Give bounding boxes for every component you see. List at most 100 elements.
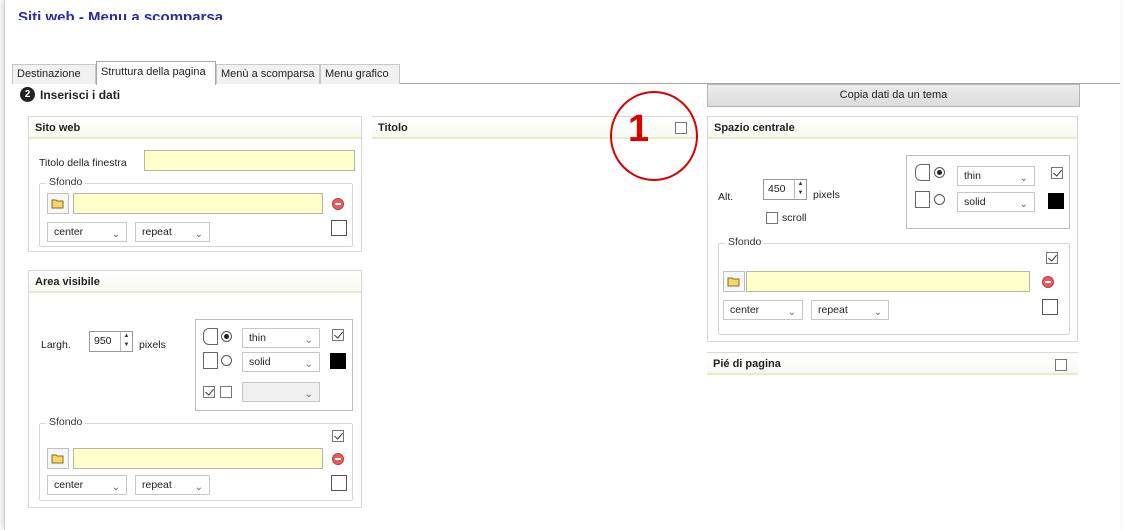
border-style-value: solid bbox=[249, 356, 271, 368]
border-color-picker[interactable] bbox=[330, 353, 346, 369]
background-checkbox[interactable] bbox=[1046, 252, 1058, 264]
radio-square[interactable] bbox=[221, 355, 232, 366]
bg-repeat-select[interactable]: repeat ⌄ bbox=[135, 222, 210, 242]
chevron-down-icon: ⌄ bbox=[1019, 173, 1028, 184]
width-value: 950 bbox=[94, 335, 112, 347]
bg-repeat-select[interactable]: repeat ⌄ bbox=[811, 300, 889, 320]
border-width-value: thin bbox=[964, 170, 981, 182]
chevron-down-icon: ⌄ bbox=[787, 307, 796, 318]
remove-icon[interactable] bbox=[332, 453, 344, 465]
background-image-input[interactable] bbox=[73, 193, 323, 214]
border-width-value: thin bbox=[249, 332, 266, 344]
page-title: Siti web - Menu a scomparsa bbox=[18, 9, 224, 20]
window-title-label: Titolo della finestra bbox=[39, 157, 127, 169]
step-number-icon: 2 bbox=[20, 87, 35, 102]
bg-position-value: center bbox=[54, 479, 84, 491]
height-unit: pixels bbox=[813, 189, 840, 201]
background-image-input[interactable] bbox=[746, 271, 1030, 292]
tab-struttura-pagina[interactable]: Struttura della pagina bbox=[96, 61, 216, 85]
background-checkbox[interactable] bbox=[332, 430, 344, 442]
scroll-checkbox[interactable] bbox=[766, 212, 778, 224]
panel-header: Sito web bbox=[29, 117, 361, 139]
shadow-checkbox-on[interactable] bbox=[203, 386, 215, 398]
background-image-input[interactable] bbox=[73, 448, 323, 469]
spin-arrows-icon[interactable]: ▲ ▼ bbox=[794, 180, 806, 199]
chevron-down-icon: ⌄ bbox=[194, 482, 203, 493]
color-picker[interactable] bbox=[331, 220, 347, 236]
spin-arrows-icon[interactable]: ▲ ▼ bbox=[120, 332, 132, 351]
bg-position-select[interactable]: center ⌄ bbox=[723, 300, 803, 320]
shadow-checkbox-off[interactable] bbox=[220, 386, 232, 398]
color-picker[interactable] bbox=[331, 475, 347, 491]
step-heading: 2 Inserisci i dati bbox=[20, 87, 120, 102]
border-extra-select[interactable]: ⌄ bbox=[242, 382, 320, 402]
folder-open-icon[interactable] bbox=[723, 271, 745, 292]
panel-area-visibile: Area visibile Largh. 950 ▲ ▼ pixels thin ⌄… bbox=[28, 270, 362, 508]
bg-repeat-select[interactable]: repeat ⌄ bbox=[135, 475, 210, 495]
width-stepper[interactable]: 950 ▲ ▼ bbox=[89, 331, 133, 352]
border-style-select[interactable]: solid ⌄ bbox=[957, 192, 1035, 212]
chevron-down-icon: ⌄ bbox=[304, 335, 313, 346]
scroll-label: scroll bbox=[782, 212, 807, 224]
bg-repeat-value: repeat bbox=[142, 226, 172, 238]
panel-header: Area visibile bbox=[29, 271, 361, 293]
copy-theme-button[interactable]: Copia dati da un tema bbox=[707, 84, 1080, 107]
bg-repeat-value: repeat bbox=[818, 304, 848, 316]
annotation-number: 1 bbox=[628, 108, 650, 150]
chevron-down-icon: ⌄ bbox=[304, 359, 313, 370]
panel-header: Pié di pagina bbox=[707, 353, 1078, 375]
radio-square[interactable] bbox=[934, 194, 945, 205]
remove-icon[interactable] bbox=[1042, 276, 1054, 288]
remove-icon[interactable] bbox=[332, 198, 344, 210]
bg-position-select[interactable]: center ⌄ bbox=[47, 222, 127, 242]
chevron-down-icon: ⌄ bbox=[194, 229, 203, 240]
radio-rounded[interactable] bbox=[221, 331, 232, 342]
height-label: Alt. bbox=[718, 191, 734, 203]
chevron-down-icon: ⌄ bbox=[873, 307, 882, 318]
radio-rounded[interactable] bbox=[934, 167, 945, 178]
width-unit: pixels bbox=[139, 339, 166, 351]
chevron-down-icon: ⌄ bbox=[304, 389, 313, 400]
height-stepper[interactable]: 450 ▲ ▼ bbox=[763, 179, 807, 200]
background-legend: Sfondo bbox=[46, 176, 86, 188]
width-label: Largh. bbox=[41, 339, 71, 351]
folder-open-icon[interactable] bbox=[47, 193, 69, 214]
bg-repeat-value: repeat bbox=[142, 479, 172, 491]
corner-square-option[interactable] bbox=[915, 191, 930, 208]
corner-rounded-option[interactable] bbox=[915, 164, 930, 181]
border-width-select[interactable]: thin ⌄ bbox=[957, 166, 1035, 186]
panel-spazio-centrale: Spazio centrale Alt. 450 ▲ ▼ pixels scrol… bbox=[707, 116, 1078, 342]
border-width-checkbox[interactable] bbox=[332, 329, 344, 341]
corner-rounded-option[interactable] bbox=[203, 328, 218, 345]
panel-header: Spazio centrale bbox=[708, 117, 1077, 139]
height-value: 450 bbox=[768, 183, 786, 195]
corner-square-option[interactable] bbox=[203, 352, 218, 369]
chevron-down-icon: ⌄ bbox=[111, 229, 120, 240]
folder-open-icon[interactable] bbox=[47, 448, 69, 469]
background-fieldset: Sfondo center ⌄ repeat ⌄ bbox=[39, 176, 353, 247]
tab-menu-scomparsa[interactable]: Menù a scomparsa bbox=[216, 64, 320, 84]
border-settings-box: thin ⌄ solid ⌄ bbox=[906, 155, 1070, 229]
chevron-down-icon: ⌄ bbox=[111, 482, 120, 493]
border-width-checkbox[interactable] bbox=[1051, 167, 1063, 179]
border-color-picker[interactable] bbox=[1048, 193, 1064, 209]
chevron-down-icon: ⌄ bbox=[1019, 199, 1028, 210]
footer-enable-checkbox[interactable] bbox=[1055, 359, 1067, 371]
border-style-value: solid bbox=[964, 196, 986, 208]
step-label: Inserisci i dati bbox=[40, 87, 121, 102]
background-fieldset: Sfondo center ⌄ repeat ⌄ bbox=[718, 236, 1070, 335]
tab-bar: Destinazione Struttura della pagina Menù… bbox=[12, 59, 1120, 85]
bg-position-value: center bbox=[54, 226, 84, 238]
annotation-circle bbox=[610, 91, 698, 181]
window-title-input[interactable] bbox=[144, 150, 355, 171]
bg-position-value: center bbox=[730, 304, 760, 316]
panel-sito-web: Sito web Titolo della finestra Sfondo ce… bbox=[28, 116, 362, 252]
bg-position-select[interactable]: center ⌄ bbox=[47, 475, 127, 495]
tab-menu-grafico[interactable]: Menu grafico bbox=[320, 64, 400, 84]
border-settings-box: thin ⌄ solid ⌄ ⌄ bbox=[195, 319, 353, 411]
tab-destinazione[interactable]: Destinazione bbox=[12, 64, 96, 84]
color-picker[interactable] bbox=[1042, 299, 1058, 315]
background-legend: Sfondo bbox=[725, 236, 765, 248]
border-width-select[interactable]: thin ⌄ bbox=[242, 328, 320, 348]
border-style-select[interactable]: solid ⌄ bbox=[242, 352, 320, 372]
